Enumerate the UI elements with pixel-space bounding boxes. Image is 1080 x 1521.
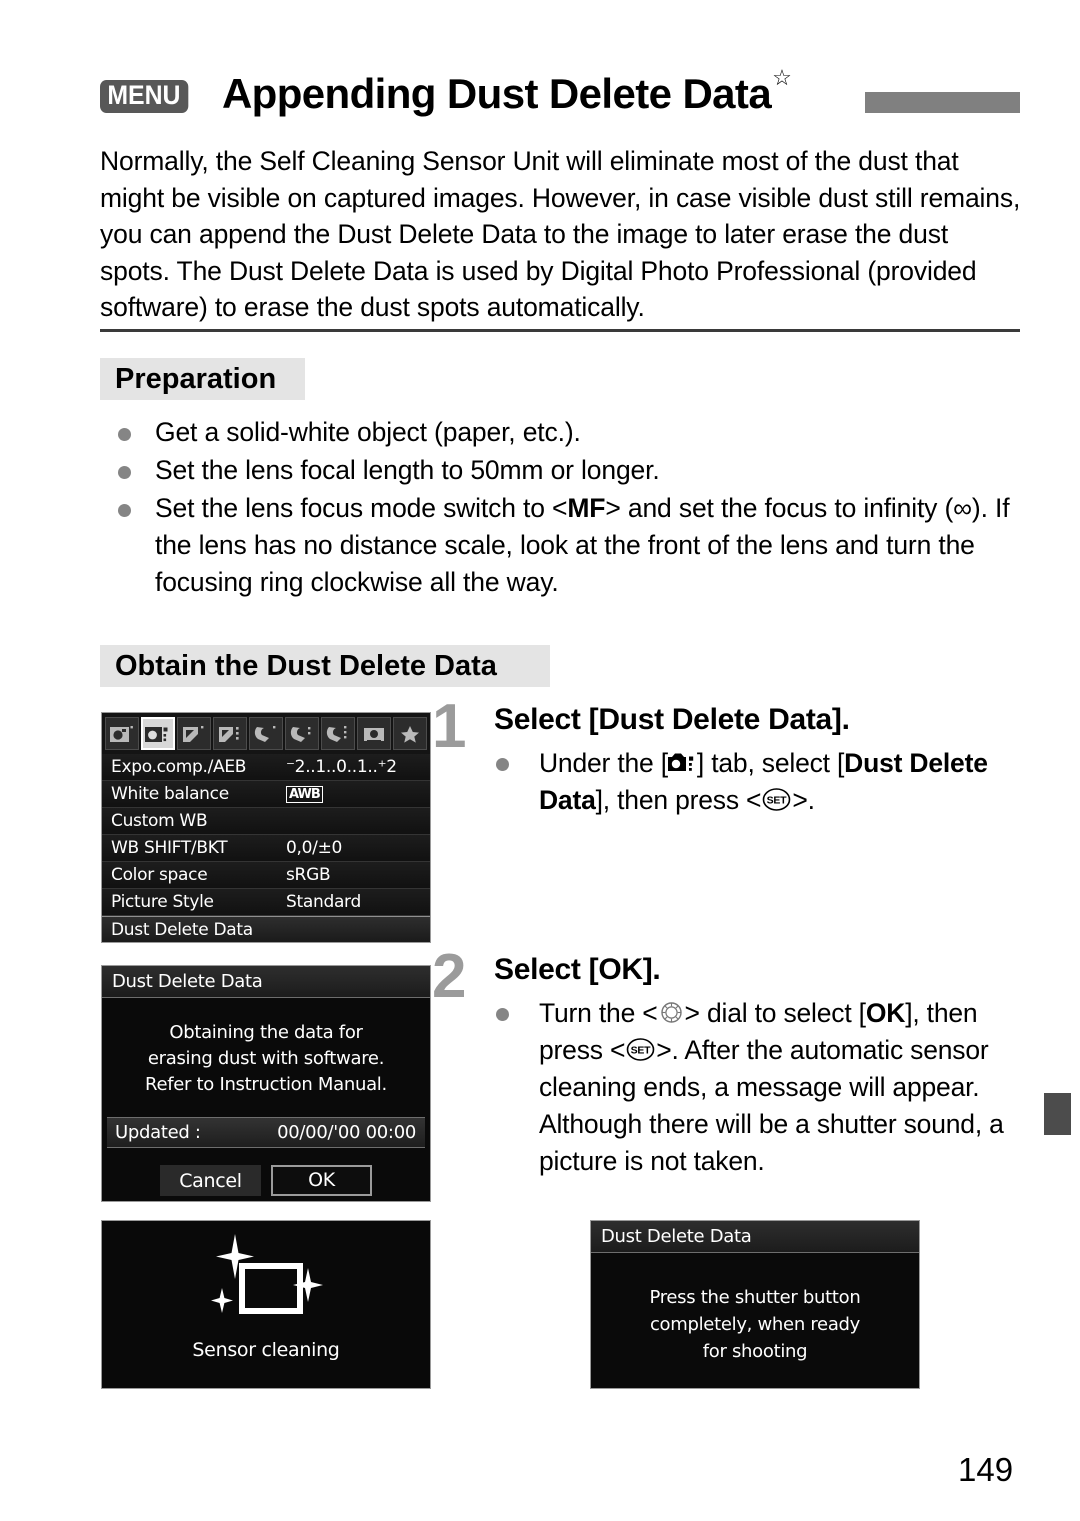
page-number: 149 (958, 1451, 1014, 1488)
cancel-button[interactable]: Cancel (160, 1165, 261, 1196)
step-text-bold: OK (865, 998, 906, 1028)
menu-row-label: Custom WB (111, 811, 208, 831)
menu-row-value: Standard (286, 892, 361, 912)
menu-row-white-balance: White balance AWB (102, 781, 430, 808)
step-text-pre: Under the [ (539, 748, 668, 778)
set-button-icon: SET (761, 785, 792, 811)
step-text-mid: ] tab, select [ (696, 748, 845, 778)
tab-custom-functions (357, 717, 391, 750)
menu-row-value: ⁻2..1..0..1..⁺2 (286, 757, 397, 777)
list-item: Get a solid-white object (paper, etc.). (110, 414, 1022, 451)
menu-row-value: sRGB (286, 865, 331, 885)
svg-text:SET: SET (767, 795, 788, 807)
sensor-rectangle-sparkle-icon (211, 1234, 323, 1314)
step-number: 2 (432, 942, 467, 1011)
menu-tab-row (102, 713, 430, 754)
step-title: Select [Dust Delete Data]. (494, 703, 850, 736)
updated-label: Updated : (115, 1122, 201, 1143)
mf-label: MF (567, 493, 606, 523)
list-item-label-pre: Set the lens focus mode switch to < (155, 493, 568, 523)
dialog-message: Press the shutter button completely, whe… (591, 1284, 919, 1365)
step-description: Turn the < > dial to select [OK], then pr… (494, 995, 1022, 1180)
camera-menu-screenshot: Expo.comp./AEB ⁻2..1..0..1..⁺2 White bal… (101, 712, 431, 943)
menu-row-expo-comp: Expo.comp./AEB ⁻2..1..0..1..⁺2 (102, 754, 430, 781)
menu-row-picture-style: Picture Style Standard (102, 889, 430, 916)
menu-row-label: Expo.comp./AEB (111, 757, 247, 777)
sensor-cleaning-screenshot: Sensor cleaning (101, 1220, 431, 1389)
menu-row-color-space: Color space sRGB (102, 862, 430, 889)
intro-paragraph: Normally, the Self Cleaning Sensor Unit … (100, 146, 1021, 322)
horizontal-divider (100, 329, 1020, 332)
menu-row-label: WB SHIFT/BKT (111, 838, 228, 858)
page-title: Appending Dust Delete Data☆ (221, 65, 792, 118)
menu-row-value: 0,0/±0 (286, 838, 343, 858)
tab-playback-1 (177, 717, 211, 750)
dialog-message: Obtaining the data for erasing dust with… (102, 1020, 430, 1098)
dialog-title: Dust Delete Data (591, 1221, 919, 1253)
obtain-heading: Obtain the Dust Delete Data (100, 645, 550, 687)
page-header: MENU Appending Dust Delete Data☆ (100, 65, 1020, 128)
ok-button[interactable]: OK (271, 1165, 372, 1196)
menu-row-label: Dust Delete Data (111, 920, 253, 940)
menu-item-list: Expo.comp./AEB ⁻2..1..0..1..⁺2 White bal… (102, 754, 430, 942)
shooting-tab-icon (667, 747, 697, 771)
awb-badge-icon: AWB (286, 785, 323, 803)
dialog-message-line: Press the shutter button (649, 1287, 861, 1308)
list-item-label: Set the lens focal length to 50mm or lon… (155, 455, 660, 485)
menu-row-label: Picture Style (111, 892, 214, 912)
shutter-message-screenshot: Dust Delete Data Press the shutter butto… (590, 1220, 920, 1389)
menu-row-dust-delete-data: Dust Delete Data (102, 916, 430, 942)
dialog-message-line: erasing dust with software. (147, 1048, 385, 1069)
menu-row-label: White balance (111, 784, 229, 804)
step-text-pre: Turn the < (539, 998, 658, 1028)
sensor-cleaning-graphic (102, 1221, 430, 1339)
menu-badge-icon: MENU (100, 79, 188, 113)
bullet-icon (118, 428, 131, 441)
tab-shooting-2 (141, 717, 175, 750)
step-text-post: >. (792, 785, 815, 815)
tab-setup-2 (285, 717, 319, 750)
list-item-label: Get a solid-white object (paper, etc.). (155, 417, 581, 447)
header-gray-bar (865, 92, 1020, 113)
dust-delete-data-dialog-screenshot: Dust Delete Data Obtaining the data for … (101, 965, 431, 1202)
bullet-icon (496, 1008, 509, 1021)
preparation-heading: Preparation (100, 358, 305, 400)
preparation-list: Get a solid-white object (paper, etc.). … (110, 414, 1022, 602)
tab-setup-3 (321, 717, 355, 750)
menu-row-label: Color space (111, 865, 208, 885)
step-1: 1 Select [Dust Delete Data]. Under the [… (432, 696, 1022, 819)
bullet-icon (496, 758, 509, 771)
svg-text:SET: SET (631, 1045, 652, 1057)
dialog-message-line: completely, when ready (649, 1314, 861, 1335)
quick-control-dial-icon (658, 998, 685, 1023)
step-text-mid2: ], then press < (595, 785, 762, 815)
list-item: Set the lens focal length to 50mm or lon… (110, 452, 1022, 489)
bullet-icon (118, 504, 131, 517)
step-description: Under the [] tab, select [Dust Delete Da… (494, 745, 1022, 819)
tab-my-menu (393, 717, 427, 750)
set-button-icon: SET (625, 1035, 656, 1061)
tab-shooting-1 (105, 717, 139, 750)
dialog-message-line: Obtaining the data for (169, 1022, 363, 1043)
menu-row-wb-shift-bkt: WB SHIFT/BKT 0,0/±0 (102, 835, 430, 862)
thumb-index-marker (1044, 1093, 1071, 1135)
page-title-text: Appending Dust Delete Data (221, 70, 772, 117)
list-item: Set the lens focus mode switch to <MF> a… (110, 490, 1022, 601)
tab-setup-1 (249, 717, 283, 750)
dialog-message-line: Refer to Instruction Manual. (145, 1074, 387, 1095)
bullet-icon (118, 466, 131, 479)
step-text-mid: > dial to select [ (684, 998, 866, 1028)
dialog-title: Dust Delete Data (102, 966, 430, 998)
dialog-message-line: for shooting (702, 1341, 808, 1362)
step-number: 1 (432, 692, 467, 761)
sensor-cleaning-caption: Sensor cleaning (192, 1339, 340, 1361)
tab-playback-2 (213, 717, 247, 750)
step-2: 2 Select [OK]. Turn the < > dial to selec… (432, 946, 1022, 1180)
dialog-button-row: Cancel OK (102, 1165, 430, 1196)
star-superscript-icon: ☆ (772, 65, 792, 90)
menu-row-custom-wb: Custom WB (102, 808, 430, 835)
updated-row: Updated : 00/00/'00 00:00 (107, 1117, 425, 1148)
step-title: Select [OK]. (494, 953, 661, 986)
updated-value: 00/00/'00 00:00 (277, 1122, 416, 1143)
